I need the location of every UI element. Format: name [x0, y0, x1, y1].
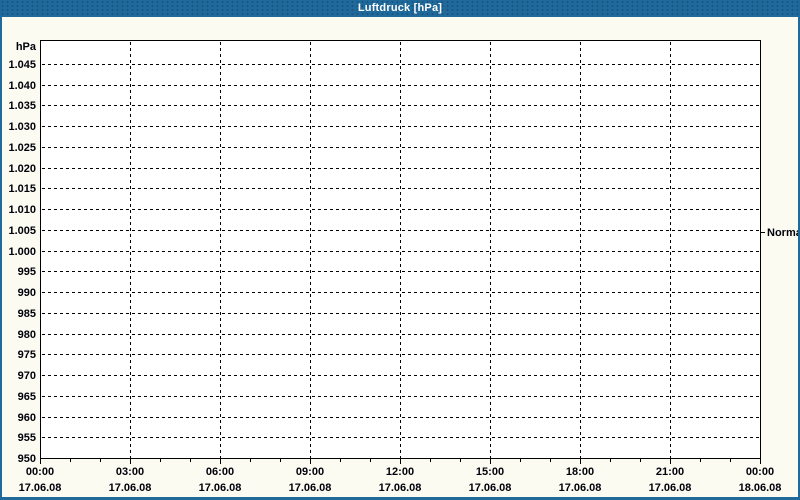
x-tick-date-label: 17.06.08: [199, 482, 242, 494]
chart-title-bar: Luftdruck [hPa]: [0, 0, 800, 17]
pressure-chart-plot: hPa 1.045 1.040 1.035 1.030 1.025 1.020 1.015 1.…: [2, 17, 798, 497]
y-tick-label: 1.010: [8, 204, 36, 216]
x-tick-time-label: 18:00: [566, 466, 594, 478]
x-tick-date-label: 17.06.08: [379, 482, 422, 494]
x-tick-date-label: 17.06.08: [289, 482, 332, 494]
y-tick-label: 960: [18, 412, 36, 424]
y-tick-label: 975: [18, 349, 36, 361]
x-tick-time-label: 15:00: [476, 466, 504, 478]
y-tick-label: 1.025: [8, 142, 36, 154]
y-tick-label: 1.040: [8, 80, 36, 92]
y-tick-label: 1.000: [8, 246, 36, 258]
y-tick-label: 995: [18, 266, 36, 278]
y-tick-label: 955: [18, 432, 36, 444]
y-tick-label: 950: [18, 453, 36, 465]
x-tick-date-label: 17.06.08: [559, 482, 602, 494]
y-tick-label: 1.030: [8, 121, 36, 133]
y-tick-label: 985: [18, 308, 36, 320]
y-tick-label: 965: [18, 391, 36, 403]
y-tick-label: 1.015: [8, 183, 36, 195]
x-tick-time-label: 00:00: [746, 466, 774, 478]
y-tick-label: 990: [18, 287, 36, 299]
y-axis-unit-label: hPa: [16, 41, 37, 53]
x-tick-time-label: 06:00: [206, 466, 234, 478]
y-tick-label: 970: [18, 370, 36, 382]
chart-area: hPa 1.045 1.040 1.035 1.030 1.025 1.020 1.015 1.…: [2, 17, 798, 497]
x-tick-time-label: 21:00: [656, 466, 684, 478]
chart-title: Luftdruck [hPa]: [358, 2, 442, 14]
x-tick-time-label: 00:00: [26, 466, 54, 478]
y-tick-label: 1.045: [8, 59, 36, 71]
y-tick-label: 1.005: [8, 225, 36, 237]
x-tick-date-label: 17.06.08: [19, 482, 62, 494]
x-tick-time-label: 12:00: [386, 466, 414, 478]
y-tick-label: 980: [18, 329, 36, 341]
y-tick-label: 1.020: [8, 163, 36, 175]
normal-marker-label: Normal: [767, 227, 798, 239]
pressure-chart-window: Luftdruck [hPa] hPa 1.045 1.040 1.035 1.030 1…: [0, 0, 800, 500]
x-tick-date-label: 17.06.08: [109, 482, 152, 494]
x-tick-time-label: 03:00: [116, 466, 144, 478]
x-tick-date-label: 18.06.08: [739, 482, 782, 494]
x-tick-date-label: 17.06.08: [469, 482, 512, 494]
y-tick-label: 1.035: [8, 100, 36, 112]
x-tick-date-label: 17.06.08: [649, 482, 692, 494]
x-tick-time-label: 09:00: [296, 466, 324, 478]
